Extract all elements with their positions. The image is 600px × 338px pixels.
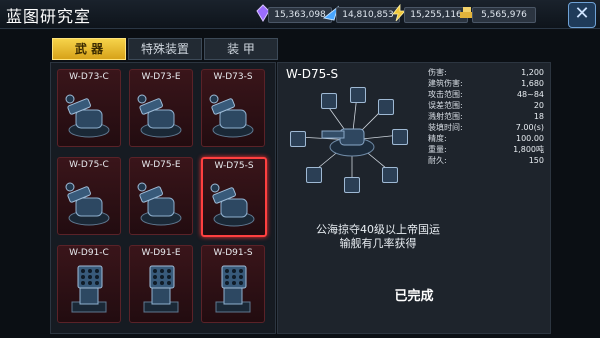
stat-label: 重量: [428,145,447,154]
blueprint-card-label: W-D75-E [141,160,181,170]
stat-label: 耐久: [428,156,447,165]
rocket-launcher-icon [143,265,179,313]
stat-label: 攻击范围: [428,90,463,99]
stat-label: 精度: [428,134,447,143]
blueprint-card-label: W-D91-S [213,248,253,258]
resource-gold: 5,565,976 [458,6,538,23]
rocket-launcher-icon [215,265,251,313]
cannon-icon [210,183,255,227]
weapon-name: W-D75-S [286,67,339,81]
part-slot-icon [378,99,394,115]
cannon-icon [65,94,110,138]
blueprint-card-label: W-D73-S [213,72,253,82]
stat-value: 150 [528,156,544,165]
part-slot-icon [382,167,398,183]
stat-row: 伤害: 1,200 [428,67,546,78]
acquisition-note: 公海掠夺40级以上帝国运 输舰有几率获得 [278,223,478,251]
close-button[interactable]: ✕ [568,2,596,28]
stat-row: 耐久: 150 [428,155,546,166]
stat-label: 装填时间: [428,123,463,132]
close-icon: ✕ [574,3,590,24]
stat-row: 攻击范围: 48~84 [428,89,546,100]
part-slot-icon [306,167,322,183]
blueprint-card-label: W-D73-C [69,72,109,82]
cannon-icon [137,94,182,138]
blueprint-card[interactable]: W-D75-C [57,157,121,235]
blueprint-card-label: W-D75-S [214,161,254,171]
stat-value: 100.00 [516,134,544,143]
research-status: 已完成 [394,289,434,304]
blueprint-card[interactable]: W-D73-E [129,69,193,147]
stats-list: 伤害: 1,200 建筑伤害: 1,680 攻击范围: 48~84 误差范围: 20 溅射范围:… [428,67,546,166]
stat-label: 建筑伤害: [428,79,463,88]
top-bar: 蓝图研究室 15,363,098 14,810,853 15,255,116 5… [0,0,600,29]
cannon-icon [209,94,254,138]
tab-weapons[interactable]: 武 器 [52,38,126,60]
stat-label: 伤害: [428,68,447,77]
part-slot-icon [392,129,408,145]
stat-label: 误差范围: [428,101,463,110]
cannon-icon [137,182,182,226]
stat-value: 48~84 [516,90,544,99]
stat-label: 溅射范围: [428,112,463,121]
blueprint-card-label: W-D91-C [69,248,109,258]
stat-value: 18 [533,112,544,121]
rocket-launcher-icon [71,265,107,313]
blueprint-card-label: W-D91-E [141,248,181,258]
tab-armor[interactable]: 装 甲 [204,38,278,60]
tab-special-devices[interactable]: 特殊装置 [128,38,202,60]
detail-panel: W-D75-S 伤害: 1,200 建筑伤害: 1,680 攻击范围: 48~84 误差范围… [277,62,551,334]
blueprint-card[interactable]: W-D73-S [201,69,265,147]
part-slot-icon [290,131,306,147]
cannon-icon [65,182,110,226]
page-title: 蓝图研究室 [6,7,92,26]
stat-value: 20 [533,101,544,110]
blueprint-card[interactable]: W-D75-S [201,157,267,237]
blueprint-card[interactable]: W-D91-S [201,245,265,323]
stat-row: 误差范围: 20 [428,100,546,111]
blueprint-card-label: W-D73-E [141,72,181,82]
blueprint-card[interactable]: W-D75-E [129,157,193,235]
stat-value: 1,800吨 [513,145,544,154]
blueprint-grid: W-D73-C W-D73-E W-D73-S W-D75-C W-D75-E W-D75… [50,62,276,334]
acquisition-note-line1: 公海掠夺40级以上帝国运 [316,223,440,236]
stat-row: 重量: 1,800吨 [428,144,546,155]
part-slot-icon [350,87,366,103]
part-slot-icon [344,177,360,193]
blueprint-card[interactable]: W-D91-C [57,245,121,323]
stat-row: 装填时间: 7.00(s) [428,122,546,133]
acquisition-note-line2: 输舰有几率获得 [339,237,417,250]
blueprint-card[interactable]: W-D91-E [129,245,193,323]
stat-row: 建筑伤害: 1,680 [428,78,546,89]
resource-gold-value: 5,565,976 [472,7,536,23]
stat-value: 1,680 [521,79,544,88]
blueprint-card[interactable]: W-D73-C [57,69,121,147]
stat-row: 溅射范围: 18 [428,111,546,122]
stat-row: 精度: 100.00 [428,133,546,144]
stat-value: 1,200 [521,68,544,77]
blueprint-card-label: W-D75-C [69,160,109,170]
part-slot-icon [321,93,337,109]
stat-value: 7.00(s) [515,123,544,132]
